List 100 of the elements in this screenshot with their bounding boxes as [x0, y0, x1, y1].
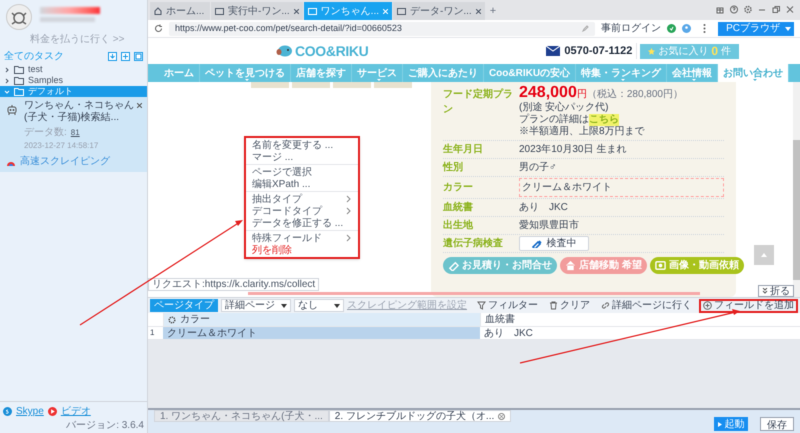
collapse-button[interactable]: 折る	[758, 285, 794, 297]
browser-mode-button[interactable]: PCブラウザ	[718, 22, 794, 36]
help-icon[interactable]	[730, 4, 738, 14]
menu-item[interactable]: マージ ...	[246, 151, 358, 163]
field-label: 出生地	[443, 218, 474, 233]
caret-icon	[334, 304, 340, 308]
column-header[interactable]: カラー	[163, 313, 480, 326]
photo-thumbnail	[292, 82, 330, 88]
reload-icon[interactable]	[154, 24, 163, 33]
toolbar-button[interactable]: 詳細ページに行く	[597, 298, 696, 312]
more-icon[interactable]	[703, 24, 706, 33]
close-icon[interactable]	[294, 8, 299, 14]
caret-icon	[281, 304, 287, 308]
field-value: あり JKC	[519, 201, 568, 215]
field-label: カラー	[443, 181, 474, 195]
restore-icon[interactable]	[772, 4, 780, 14]
link-icon	[601, 301, 610, 310]
task-tab[interactable]: 2. フレンチブルドッグの子犬（オ...	[328, 410, 512, 422]
browser-tab[interactable]: 実行中-ワン...	[211, 2, 303, 20]
menu-item[interactable]: 编辑XPath ...	[246, 178, 358, 190]
page-icon	[397, 8, 406, 14]
section-title: 全てのタスク	[4, 50, 64, 64]
tree-item[interactable]: Samples	[0, 75, 147, 86]
robot-icon	[6, 104, 18, 116]
tree-item[interactable]: test	[0, 64, 147, 75]
close-icon[interactable]	[137, 103, 142, 108]
footer-link[interactable]: Skype	[16, 404, 44, 419]
close-icon[interactable]	[476, 8, 481, 14]
camera-icon	[654, 260, 666, 271]
price-unit: 円	[576, 89, 587, 101]
close-icon[interactable]	[786, 4, 794, 14]
redacted-name	[40, 17, 95, 22]
trash-icon	[549, 301, 558, 310]
add-icon[interactable]	[121, 52, 130, 60]
data-count-label: データ数:	[24, 126, 67, 140]
run-button[interactable]: 起動	[714, 417, 748, 431]
mail-icon	[546, 46, 560, 56]
field-label: 血統書	[443, 200, 474, 215]
field-label: 生年月日	[443, 142, 484, 157]
filter-icon	[477, 301, 486, 310]
close-icon[interactable]	[498, 412, 506, 420]
browser-tab[interactable]: データ-ワン...	[393, 2, 485, 20]
table-cell: クリーム＆ホワイト	[163, 327, 480, 339]
add-circle-icon	[703, 301, 712, 310]
page-icon	[308, 8, 317, 14]
page-type-label: ページタイプ	[150, 299, 218, 312]
field-label: 遺伝子病検査	[443, 236, 504, 251]
download-icon[interactable]	[108, 52, 117, 60]
menu-item[interactable]: データを修正する ...	[246, 217, 358, 229]
tax-note: （税込：280,800円）	[586, 89, 683, 101]
extension-icon[interactable]	[667, 24, 676, 33]
extension-icon[interactable]	[682, 24, 692, 33]
data-count[interactable]: 81	[70, 126, 80, 138]
task-timestamp: 2023-12-27 14:58:17	[24, 140, 100, 152]
option-select[interactable]: なし	[294, 299, 344, 312]
photo-thumbnail	[251, 82, 289, 88]
menu-item[interactable]: 列を削除	[246, 244, 358, 256]
skype-icon	[3, 407, 12, 416]
price: 248,000	[519, 84, 577, 102]
plan-note: (別途 安心パック代)	[519, 102, 610, 114]
field-value: 愛知県豊田市	[519, 218, 579, 233]
field-value: 男の子♂	[519, 161, 556, 175]
house-icon	[565, 260, 576, 271]
tag-icon	[448, 260, 459, 271]
menu-item[interactable]: 特殊フィールド	[246, 232, 358, 244]
settings-icon[interactable]	[168, 316, 176, 324]
menu-item[interactable]: ページで選択	[246, 166, 358, 178]
url-field[interactable]: https://www.pet-coo.com/pet/search-detail/?id=00660523	[169, 22, 596, 36]
task-title[interactable]: ワンちゃん・ネコちゃん(子犬・子猫)検索結...	[24, 100, 143, 124]
footer-link[interactable]: ビデオ	[60, 404, 91, 419]
photo-thumbnail	[374, 82, 412, 88]
avatar-icon	[6, 4, 32, 30]
new-tab-button[interactable]: +	[486, 2, 500, 20]
settings-icon[interactable]	[744, 4, 752, 14]
browser-tab[interactable]: ワンちゃん...	[304, 2, 392, 20]
pre-login-button[interactable]: 事前ログイン	[601, 21, 662, 36]
video-icon	[48, 407, 57, 416]
request-status: リクエスト:https://k.clarity.ms/collect	[148, 278, 320, 291]
home-icon	[154, 7, 162, 15]
toolbar-button[interactable]: クリア	[545, 298, 594, 312]
menu-item[interactable]: デコードタイプ	[246, 205, 358, 217]
browser-tab[interactable]: ホーム...	[150, 2, 210, 20]
star-icon	[648, 48, 656, 54]
toolbar-button[interactable]: フィールドを追加	[699, 298, 798, 312]
page-icon	[215, 8, 224, 14]
menu-item[interactable]: 名前を変更する ...	[246, 139, 358, 151]
tree-item[interactable]: デフォルト	[0, 86, 147, 97]
status-badge: 検査中	[519, 236, 589, 251]
save-button[interactable]: 保存	[760, 417, 794, 431]
play-icon	[718, 422, 722, 426]
redacted-name	[40, 7, 100, 14]
row-number: 1	[149, 327, 156, 339]
field-value: クリーム＆ホワイト	[519, 178, 724, 197]
dog-logo-icon	[276, 45, 292, 57]
menu-item[interactable]: 抽出タイプ	[246, 193, 358, 205]
page-type-select[interactable]: 詳細ページ	[221, 299, 291, 312]
plan-note: ※半額適用、上限8万円まで	[519, 126, 646, 138]
task-tab[interactable]: 1. ワンちゃん・ネコちゃん(子犬・...	[154, 410, 329, 422]
favorites-count: 0	[711, 43, 718, 60]
toolbar-button[interactable]: フィルター	[473, 298, 542, 312]
